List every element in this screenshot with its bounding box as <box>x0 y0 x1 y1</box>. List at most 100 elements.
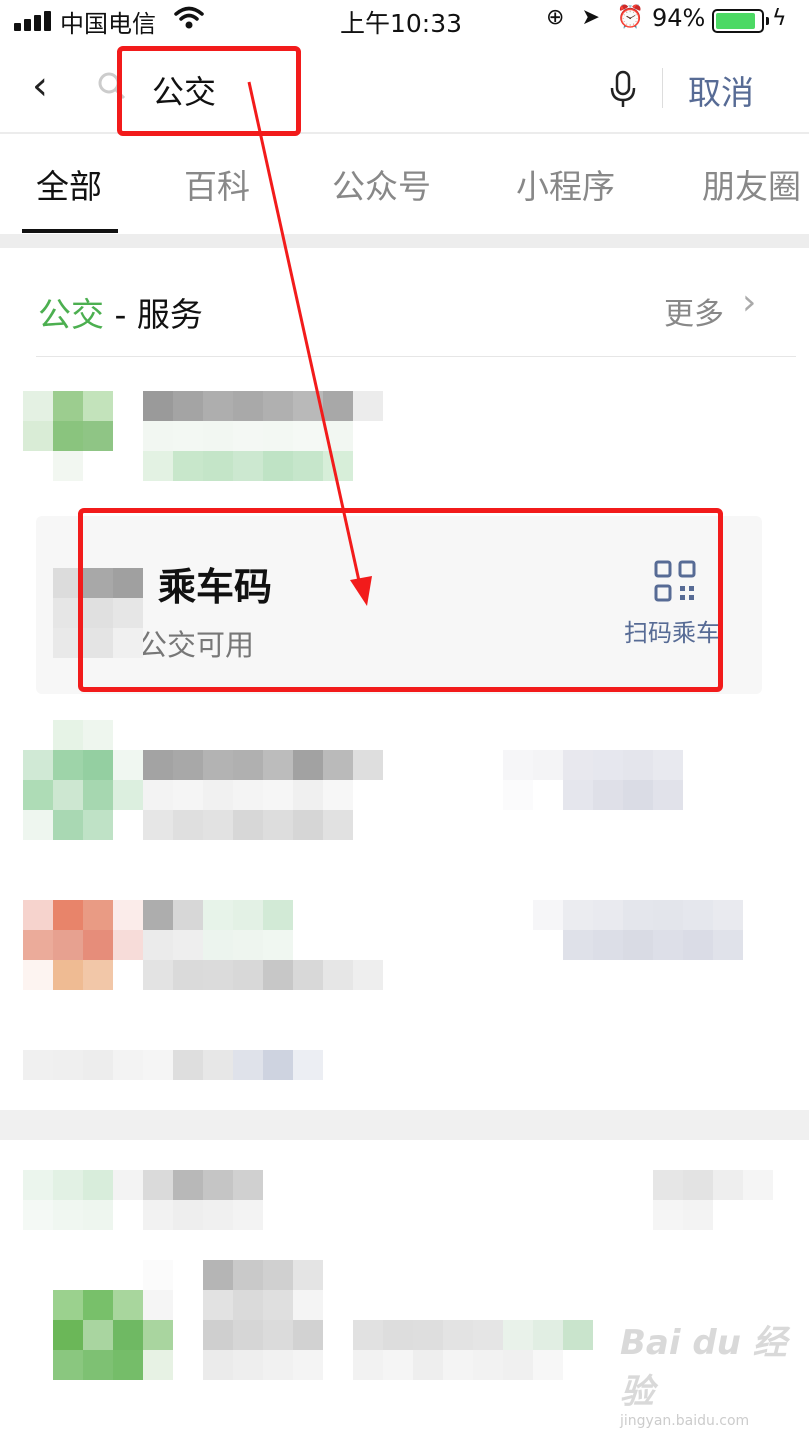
mosaic-pixel <box>743 1200 773 1230</box>
battery-percent: 94% <box>652 4 706 32</box>
mosaic-pixel <box>173 930 203 960</box>
mosaic-pixel <box>173 1170 203 1200</box>
mosaic-pixel <box>263 930 293 960</box>
mosaic-pixel <box>383 1350 413 1380</box>
mosaic-pixel <box>83 1260 113 1290</box>
mosaic-pixel <box>113 1050 143 1080</box>
mosaic-pixel <box>83 780 113 810</box>
mosaic-pixel <box>203 960 233 990</box>
mosaic-pixel <box>53 720 83 750</box>
mosaic-pixel <box>203 421 233 451</box>
section-title: 公交 - 服务 <box>38 288 203 336</box>
mosaic-pixel <box>23 900 53 930</box>
mosaic-pixel <box>113 1350 143 1380</box>
back-chevron-icon[interactable]: ‹ <box>32 64 48 108</box>
mosaic-pixel <box>173 780 203 810</box>
mosaic-pixel <box>533 1320 563 1350</box>
mosaic-pixel <box>353 451 383 481</box>
mosaic-pixel <box>323 810 353 840</box>
mosaic-pixel <box>23 810 53 840</box>
mosaic-pixel <box>203 1200 233 1230</box>
mosaic-pixel <box>53 1320 83 1350</box>
mosaic-pixel <box>353 391 383 421</box>
mosaic-pixel <box>53 1260 83 1290</box>
mosaic-pixel <box>683 1200 713 1230</box>
mosaic-pixel <box>713 1170 743 1200</box>
tab-moments[interactable]: 朋友圈 <box>702 160 801 208</box>
mosaic-pixel <box>293 900 323 930</box>
watermark-brand: Bai du 经验 <box>620 1323 787 1412</box>
charging-icon: ϟ <box>772 6 787 31</box>
mosaic-pixel <box>173 391 203 421</box>
tab-encyclopedia[interactable]: 百科 <box>184 160 250 208</box>
mosaic-pixel <box>233 1260 263 1290</box>
mosaic-pixel <box>143 750 173 780</box>
mosaic-pixel <box>203 1290 233 1320</box>
mosaic-pixel <box>533 930 563 960</box>
mosaic-pixel <box>233 900 263 930</box>
mosaic-pixel <box>353 421 383 451</box>
mosaic-pixel <box>143 1260 173 1290</box>
mosaic-pixel <box>323 391 353 421</box>
mosaic-pixel <box>263 1320 293 1350</box>
mosaic-pixel <box>143 960 173 990</box>
mosaic-pixel <box>83 1320 113 1350</box>
mosaic-pixel <box>473 1350 503 1380</box>
mosaic-pixel <box>23 1050 53 1080</box>
mosaic-pixel <box>323 750 353 780</box>
mosaic-pixel <box>23 960 53 990</box>
mosaic-pixel <box>293 1350 323 1380</box>
chevron-right-icon[interactable]: › <box>742 282 756 323</box>
mosaic-pixel <box>593 1350 623 1380</box>
mosaic-pixel <box>203 780 233 810</box>
mosaic-pixel <box>323 421 353 451</box>
mosaic-pixel <box>353 960 383 990</box>
alarm-icon: ⏰ <box>616 5 645 30</box>
cancel-button[interactable]: 取消 <box>688 66 754 114</box>
mosaic-pixel <box>623 930 653 960</box>
signal-icon <box>14 11 54 31</box>
mosaic-pixel <box>533 900 563 930</box>
mosaic-pixel <box>263 1260 293 1290</box>
mosaic-pixel <box>83 451 113 481</box>
mosaic-pixel <box>53 1290 83 1320</box>
mosaic-pixel <box>83 1290 113 1320</box>
mosaic-pixel <box>263 421 293 451</box>
mosaic-pixel <box>23 1200 53 1230</box>
more-link[interactable]: 更多 <box>664 289 724 333</box>
mosaic-pixel <box>173 451 203 481</box>
mosaic-pixel <box>83 960 113 990</box>
mosaic-pixel <box>413 1350 443 1380</box>
mosaic-pixel <box>23 780 53 810</box>
mosaic-pixel <box>143 1350 173 1380</box>
mosaic-pixel <box>233 780 263 810</box>
mosaic-pixel <box>233 421 263 451</box>
mosaic-pixel <box>653 900 683 930</box>
mosaic-pixel <box>53 421 83 451</box>
status-bar: 中国电信 上午10:33 ⊕ ➤ ⏰ 94% ϟ <box>0 0 809 40</box>
mosaic-pixel <box>563 750 593 780</box>
watermark: Bai du 经验 jingyan.baidu.com <box>620 1315 809 1429</box>
tab-all[interactable]: 全部 <box>36 160 102 208</box>
mosaic-pixel <box>503 900 533 930</box>
mosaic-pixel <box>293 1290 323 1320</box>
mosaic-pixel <box>233 1200 263 1230</box>
mosaic-pixel <box>143 421 173 451</box>
mosaic-pixel <box>83 1350 113 1380</box>
mosaic-pixel <box>593 750 623 780</box>
annotation-box-search <box>117 46 301 136</box>
mosaic-pixel <box>53 1350 83 1380</box>
mosaic-pixel <box>293 421 323 451</box>
mosaic-pixel <box>353 780 383 810</box>
mosaic-pixel <box>263 1050 293 1080</box>
microphone-icon[interactable] <box>608 70 638 110</box>
mosaic-pixel <box>143 1050 173 1080</box>
mosaic-pixel <box>653 780 683 810</box>
mosaic-pixel <box>233 451 263 481</box>
tab-mini-programs[interactable]: 小程序 <box>516 160 615 208</box>
mosaic-pixel <box>83 421 113 451</box>
mosaic-pixel <box>53 810 83 840</box>
mosaic-pixel <box>23 1170 53 1200</box>
tab-official-accounts[interactable]: 公众号 <box>332 160 431 208</box>
mosaic-pixel <box>203 1170 233 1200</box>
